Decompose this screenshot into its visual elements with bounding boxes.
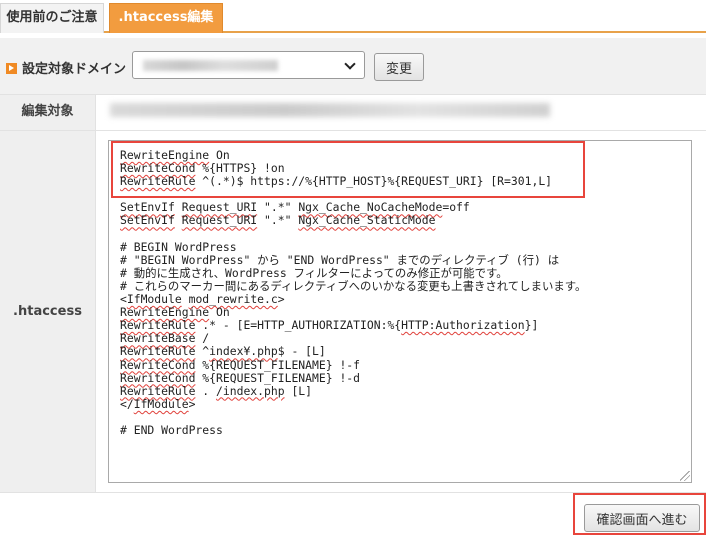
code-line: RewriteRule . /index.php [L] <box>120 383 313 398</box>
confirm-button[interactable]: 確認画面へ進む <box>584 504 700 532</box>
domain-row: 設定対象ドメイン 変更 <box>0 38 706 95</box>
code-line: </IfModule> <box>120 396 196 411</box>
code-line: # END WordPress <box>120 422 223 437</box>
domain-label: 設定対象ドメイン <box>6 58 126 77</box>
domain-label-text: 設定対象ドメイン <box>22 62 127 77</box>
edit-target-label: 編集対象 <box>0 95 96 130</box>
htaccess-textarea[interactable]: RewriteEngine On RewriteCond %{HTTPS} !on… <box>108 140 692 483</box>
domain-select[interactable] <box>132 51 365 79</box>
htaccess-row: .htaccess RewriteEngine On RewriteCond %{… <box>0 131 706 493</box>
htaccess-label: .htaccess <box>0 131 96 492</box>
tab-usage-notice[interactable]: 使用前のご注意 <box>0 3 104 33</box>
code-line: SetEnvIf Request_URI ".*" Ngx_Cache_Stat… <box>120 213 436 228</box>
code-line: # 動的に生成され、WordPress フィルターによってのみ修正が可能です。 <box>120 265 508 280</box>
code-line: RewriteRule ^index¥.php$ - [L] <box>120 344 326 359</box>
htaccess-content: RewriteEngine On RewriteCond %{HTTPS} !on… <box>120 149 685 437</box>
blurred-target-value <box>110 103 550 117</box>
code-line: RewriteCond %{REQUEST_FILENAME} !-d <box>120 370 361 385</box>
code-line: RewriteRule ^(.*)$ https://%{HTTP_HOST}%… <box>120 174 553 189</box>
resize-grip-icon[interactable] <box>680 471 690 481</box>
tab-bar: 使用前のご注意 .htaccess編集 <box>0 0 706 33</box>
code-line: # BEGIN WordPress <box>120 239 237 254</box>
blurred-domain-value <box>143 60 278 71</box>
orange-arrow-icon <box>6 63 17 74</box>
edit-target-row: 編集対象 <box>0 95 706 131</box>
code-line: RewriteCond %{REQUEST_FILENAME} !-f <box>120 357 361 372</box>
change-button[interactable]: 変更 <box>374 53 424 81</box>
chevron-down-icon <box>344 58 356 70</box>
tab-htaccess-edit[interactable]: .htaccess編集 <box>109 3 223 33</box>
code-line: # "BEGIN WordPress" から "END WordPress" ま… <box>120 252 560 267</box>
